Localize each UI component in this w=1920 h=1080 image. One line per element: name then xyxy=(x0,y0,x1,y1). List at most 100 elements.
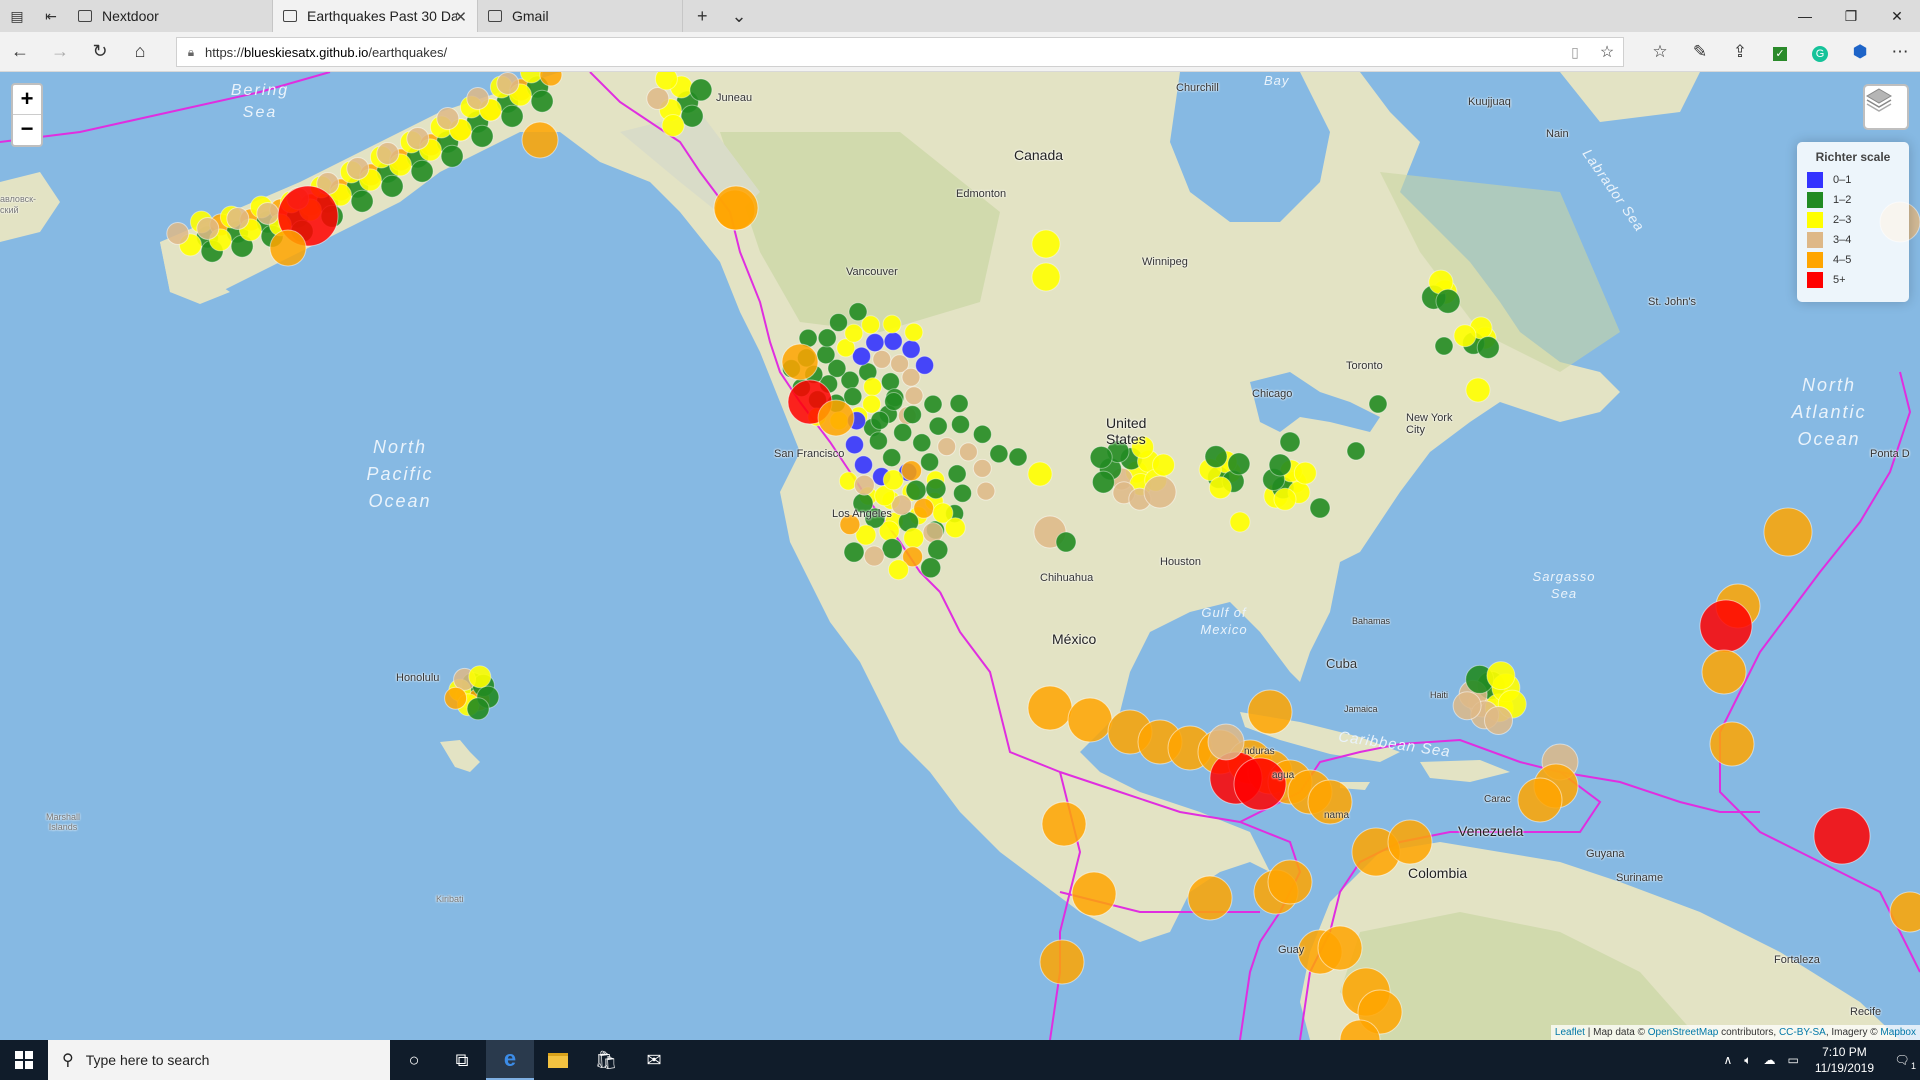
zoom-in-button[interactable]: + xyxy=(13,85,41,115)
cortana-icon[interactable]: ○ xyxy=(390,1040,438,1080)
earthquake-marker[interactable] xyxy=(958,442,978,462)
earthquake-marker[interactable] xyxy=(928,416,948,436)
earthquake-marker[interactable] xyxy=(947,464,967,484)
leaflet-link[interactable]: Leaflet xyxy=(1555,1027,1585,1038)
earthquake-marker[interactable] xyxy=(881,538,903,560)
earthquake-marker[interactable] xyxy=(380,174,404,198)
network-icon[interactable]: ▭ xyxy=(1781,1053,1804,1067)
earthquake-marker[interactable] xyxy=(880,372,900,392)
earthquake-marker[interactable] xyxy=(1889,891,1920,933)
earthquake-marker[interactable] xyxy=(1517,777,1563,823)
earthquake-marker[interactable] xyxy=(1268,453,1292,477)
earthquake-marker[interactable] xyxy=(713,185,759,231)
earthquake-marker[interactable] xyxy=(1699,599,1753,653)
tab-earthquakes[interactable]: Earthquakes Past 30 Days ✕ xyxy=(273,0,478,32)
task-view-icon[interactable]: ⧉ xyxy=(438,1040,486,1080)
earthquake-marker[interactable] xyxy=(863,377,883,397)
earthquake-marker[interactable] xyxy=(972,458,992,478)
earthquake-marker[interactable] xyxy=(521,121,559,159)
earthquake-marker[interactable] xyxy=(466,87,490,110)
earthquake-marker[interactable] xyxy=(1279,431,1301,453)
earthquake-marker[interactable] xyxy=(1813,807,1871,865)
earthquake-marker[interactable] xyxy=(1055,531,1077,553)
tab-gmail[interactable]: Gmail xyxy=(478,0,683,32)
earthquake-marker[interactable] xyxy=(1484,706,1513,735)
earthquake-marker[interactable] xyxy=(882,469,904,491)
earthquake-marker[interactable] xyxy=(913,497,935,519)
mapbox-link[interactable]: Mapbox xyxy=(1880,1027,1916,1038)
earthquake-marker[interactable] xyxy=(470,124,494,148)
earthquake-marker[interactable] xyxy=(466,697,490,721)
earthquake-marker[interactable] xyxy=(1247,689,1293,735)
earthquake-marker[interactable] xyxy=(884,392,904,411)
earthquake-marker[interactable] xyxy=(817,328,837,348)
earthquake-marker[interactable] xyxy=(923,394,943,414)
earthquake-map[interactable]: Bering Sea North Pacific Ocean North Atl… xyxy=(0,72,1920,1040)
earthquake-marker[interactable] xyxy=(852,346,871,366)
earthquake-marker[interactable] xyxy=(912,433,932,453)
refresh-icon[interactable]: ↻ xyxy=(80,41,120,62)
restore-icon[interactable]: ❐ xyxy=(1828,0,1874,32)
earthquake-marker[interactable] xyxy=(972,424,992,444)
earthquake-marker[interactable] xyxy=(376,142,400,165)
earthquake-marker[interactable] xyxy=(781,343,819,381)
grammarly-icon[interactable]: G xyxy=(1800,42,1840,62)
extension-blue-icon[interactable]: ⬢ xyxy=(1840,42,1880,62)
earthquake-marker[interactable] xyxy=(915,355,935,375)
earthquake-marker[interactable] xyxy=(654,72,678,91)
earthquake-marker[interactable] xyxy=(1476,336,1500,359)
earthquake-marker[interactable] xyxy=(1208,476,1232,500)
earthquake-marker[interactable] xyxy=(872,349,892,369)
back-icon[interactable]: ← xyxy=(0,41,40,62)
earthquake-marker[interactable] xyxy=(256,202,280,225)
earthquake-marker[interactable] xyxy=(196,217,220,240)
earthquake-marker[interactable] xyxy=(1227,452,1251,476)
earthquake-marker[interactable] xyxy=(444,686,468,710)
home-icon[interactable]: ⌂ xyxy=(120,41,160,62)
earthquake-marker[interactable] xyxy=(925,478,947,500)
earthquake-marker[interactable] xyxy=(1041,801,1087,847)
earthquake-marker[interactable] xyxy=(844,323,864,343)
earthquake-marker[interactable] xyxy=(843,541,865,563)
earthquake-marker[interactable] xyxy=(854,455,873,475)
earthquake-marker[interactable] xyxy=(817,399,855,437)
earthquake-marker[interactable] xyxy=(1453,324,1477,348)
earthquake-marker[interactable] xyxy=(440,144,464,168)
earthquake-marker[interactable] xyxy=(829,313,848,332)
earthquake-marker[interactable] xyxy=(902,405,922,425)
notes-pen-icon[interactable]: ✎ xyxy=(1680,42,1720,62)
earthquake-marker[interactable] xyxy=(226,207,250,230)
earthquake-marker[interactable] xyxy=(1317,925,1363,971)
earthquake-marker[interactable] xyxy=(1039,939,1085,985)
earthquake-marker[interactable] xyxy=(1008,447,1028,467)
earthquake-marker[interactable] xyxy=(865,333,885,353)
show-hidden-icons-icon[interactable]: ∧ xyxy=(1717,1053,1738,1067)
earthquake-marker[interactable] xyxy=(904,386,924,406)
reading-view-icon[interactable]: ▯ xyxy=(1559,44,1591,61)
earthquake-marker[interactable] xyxy=(1435,288,1461,314)
earthquake-marker[interactable] xyxy=(989,444,1009,464)
earthquake-marker[interactable] xyxy=(1187,875,1233,921)
earthquake-marker[interactable] xyxy=(436,107,460,130)
earthquake-marker[interactable] xyxy=(1027,461,1053,487)
earthquake-marker[interactable] xyxy=(1701,649,1747,695)
earthquake-marker[interactable] xyxy=(951,414,970,434)
earthquake-marker[interactable] xyxy=(1709,721,1755,767)
earthquake-marker[interactable] xyxy=(1089,445,1113,469)
earthquake-marker[interactable] xyxy=(848,302,868,322)
earthquake-marker[interactable] xyxy=(1763,507,1813,557)
volume-icon[interactable]: 🔈︎ xyxy=(1738,1053,1757,1068)
close-window-icon[interactable]: ✕ xyxy=(1874,0,1920,32)
earthquake-marker[interactable] xyxy=(888,559,909,581)
edge-browser-icon[interactable]: e xyxy=(486,1040,534,1080)
earthquake-marker[interactable] xyxy=(496,72,520,95)
favorite-star-icon[interactable]: ☆ xyxy=(1591,42,1623,62)
earthquake-marker[interactable] xyxy=(1071,871,1117,917)
earthquake-marker[interactable] xyxy=(1293,461,1317,485)
notifications-icon[interactable]: 🗨︎ 1 xyxy=(1884,1053,1920,1071)
taskbar-search-box[interactable]: ⚲ Type here to search xyxy=(48,1040,390,1080)
earthquake-marker[interactable] xyxy=(1091,470,1115,494)
earthquake-marker[interactable] xyxy=(868,431,888,451)
earthquake-marker[interactable] xyxy=(883,331,903,351)
layers-control-button[interactable] xyxy=(1863,84,1909,130)
